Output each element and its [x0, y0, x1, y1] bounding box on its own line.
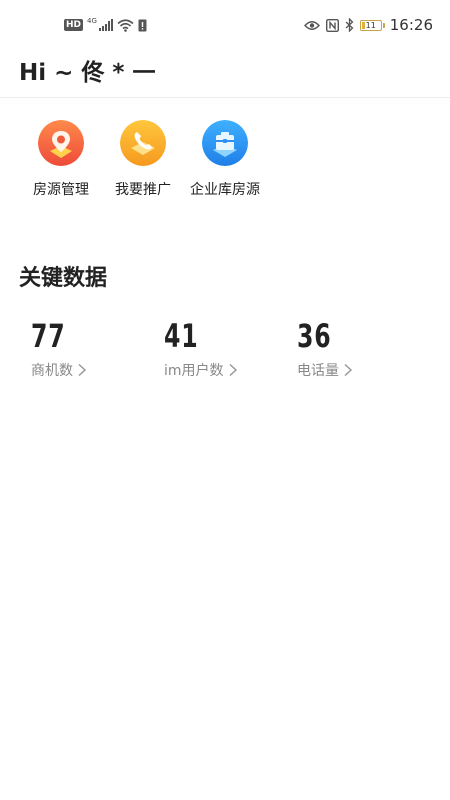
signal-icon — [98, 19, 113, 31]
stat-label-row: 商机数 — [31, 360, 164, 380]
stat-label-row: 电话量 — [297, 360, 430, 380]
sim-alert-icon — [138, 19, 147, 31]
stat-im-users[interactable]: 41 im用户数 — [164, 316, 297, 380]
status-bar: HD 4G 11 16:26 — [0, 0, 450, 50]
nfc-icon — [325, 18, 339, 32]
quick-action-house-management[interactable]: 房源管理 — [20, 120, 102, 199]
key-data-stats: 77 商机数 41 im用户数 36 电话量 — [31, 316, 430, 380]
network-type-label: 4G — [87, 17, 97, 25]
quick-action-label: 房源管理 — [33, 182, 89, 198]
bluetooth-icon — [345, 18, 354, 32]
location-pin-icon — [38, 120, 84, 166]
phone-promo-icon — [120, 120, 166, 166]
quick-action-enterprise-listings[interactable]: 企业库房源 — [184, 120, 266, 199]
clock-time: 16:26 — [389, 16, 433, 34]
eye-icon — [303, 20, 320, 30]
stat-value: 77 — [31, 317, 66, 355]
chevron-right-icon — [229, 363, 237, 377]
stat-call-volume[interactable]: 36 电话量 — [297, 316, 430, 380]
key-data-title: 关键数据 — [19, 266, 108, 291]
quick-action-label: 我要推广 — [115, 182, 171, 198]
stat-label: 商机数 — [31, 363, 73, 379]
stat-label: im用户数 — [164, 363, 224, 379]
battery-level: 11 — [365, 20, 376, 30]
greeting-title: Hi ~ 佟 * 一 — [19, 60, 156, 86]
stat-leads[interactable]: 77 商机数 — [31, 316, 164, 380]
hd-icon: HD — [64, 19, 84, 31]
quick-action-label: 企业库房源 — [190, 182, 260, 198]
stat-value: 41 — [164, 317, 199, 355]
wifi-icon — [117, 18, 134, 32]
status-left: HD 4G — [64, 17, 147, 33]
quick-actions: 房源管理 我要推广 企业库房源 — [20, 120, 266, 199]
enterprise-house-icon — [202, 120, 248, 166]
header-divider — [0, 97, 450, 98]
stat-label-row: im用户数 — [164, 360, 297, 380]
chevron-right-icon — [344, 363, 353, 377]
status-right: 11 16:26 — [303, 15, 433, 35]
quick-action-promote[interactable]: 我要推广 — [102, 120, 184, 199]
battery-icon: 11 — [359, 19, 385, 31]
stat-label: 电话量 — [297, 363, 339, 379]
stat-value: 36 — [297, 317, 332, 355]
chevron-right-icon — [78, 363, 87, 377]
